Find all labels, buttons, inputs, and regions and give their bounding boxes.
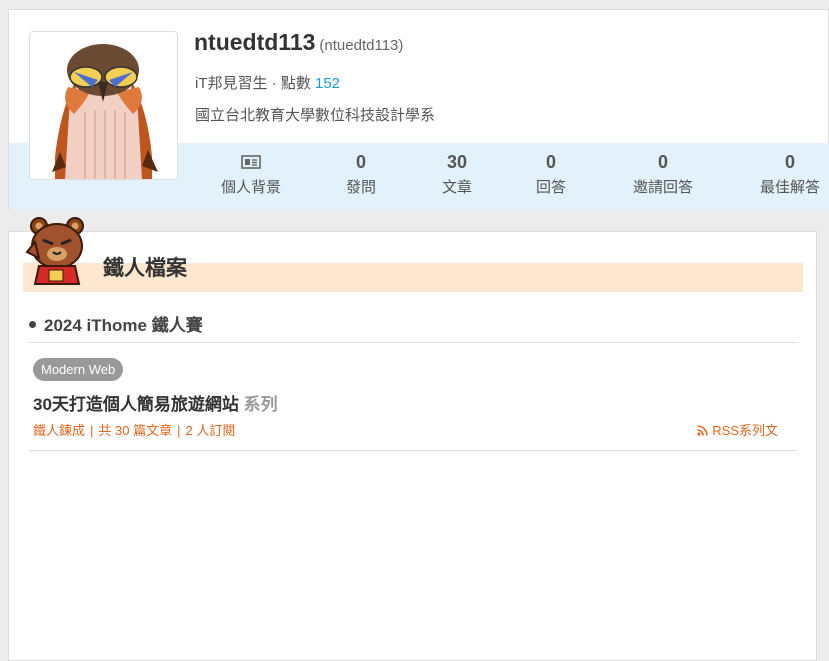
stat-label: 個人背景 (220, 179, 281, 196)
stat-invited-answers[interactable]: 0 邀請回答 (619, 151, 707, 197)
rss-icon (697, 425, 709, 436)
avatar[interactable] (29, 31, 178, 180)
points-value: 152 (315, 75, 341, 92)
series-title[interactable]: 30天打造個人簡易旅遊網站 系列 (33, 390, 278, 415)
stat-best-answers[interactable]: 0 最佳解答 (746, 151, 829, 197)
owl-avatar-image (30, 32, 177, 179)
stat-answers[interactable]: 0 回答 (516, 151, 586, 197)
stat-value: 0 (355, 152, 366, 172)
series-meta: 鐵人鍊成 | 共 30 篇文章 | 2 人訂閱 (33, 420, 235, 439)
stat-articles[interactable]: 30 文章 (422, 151, 492, 197)
stat-value: 30 (446, 152, 468, 172)
series-title-text[interactable]: 30天打造個人簡易旅遊網站 (33, 395, 239, 414)
stat-label: 回答 (535, 179, 566, 196)
stat-label: 邀請回答 (632, 179, 693, 196)
username: ntuedtd113 (ntuedtd113) (194, 29, 403, 56)
event-name: 2024 iThome 鐵人賽 (44, 316, 203, 335)
event-title: 2024 iThome 鐵人賽 (29, 311, 203, 336)
stat-label: 發問 (345, 179, 376, 196)
rss-label[interactable]: RSS系列文 (712, 423, 778, 438)
rank-label: iT邦見習生 · 點數 (195, 75, 311, 92)
profile-card: 個人背景 0 發問 30 文章 0 回答 0 邀請回答 0 最佳解答 ntued… (8, 9, 829, 210)
separator: | (177, 423, 181, 438)
series-status: 鐵人鍊成 (33, 423, 86, 438)
stat-value: 0 (545, 152, 556, 172)
category-tag[interactable]: Modern Web (33, 358, 124, 381)
username-text: ntuedtd113 (194, 29, 316, 55)
user-id: (ntuedtd113) (319, 37, 404, 54)
stat-label: 文章 (441, 179, 472, 196)
profile-card-icon (209, 151, 293, 173)
divider (29, 450, 797, 451)
stat-background[interactable]: 個人背景 (209, 151, 293, 197)
separator: | (90, 423, 94, 438)
series-suffix: 系列 (243, 395, 278, 414)
bullet-icon (29, 321, 36, 329)
subscriber-count: 2 人訂閱 (185, 423, 236, 438)
school: 國立台北教育大學數位科技設計學系 (195, 107, 436, 124)
section-title: 鐵人檔案 (103, 257, 187, 280)
ironman-card: 鐵人檔案 2024 iThome 鐵人賽 Modern Web 30天打造個人簡… (8, 217, 817, 661)
stat-label: 最佳解答 (759, 179, 820, 196)
rank-line: iT邦見習生 · 點數 152 (195, 72, 340, 93)
stat-value: 0 (657, 152, 668, 172)
article-count: 共 30 篇文章 (98, 423, 173, 438)
divider (29, 342, 797, 343)
bear-mascot-icon (25, 216, 97, 286)
stat-value: 0 (784, 152, 795, 172)
rss-link[interactable]: RSS系列文 (697, 420, 778, 439)
stat-questions[interactable]: 0 發問 (326, 151, 396, 197)
